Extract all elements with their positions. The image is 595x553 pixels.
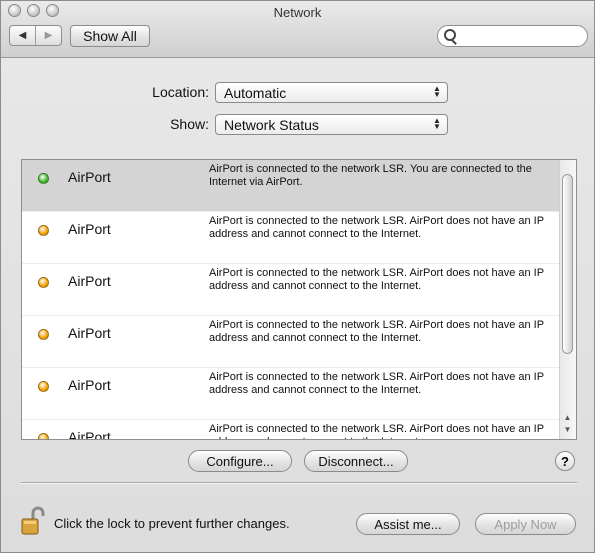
location-label: Location: bbox=[152, 84, 209, 100]
status-indicator-icon bbox=[38, 381, 49, 392]
show-popup[interactable]: Network Status ▲ ▼ bbox=[215, 114, 448, 135]
list-item[interactable]: AirPort AirPort is connected to the netwo… bbox=[22, 368, 561, 420]
service-description: AirPort is connected to the network LSR.… bbox=[209, 371, 544, 396]
back-forward-control: ◀ ▶ bbox=[9, 25, 62, 46]
lock-message: Click the lock to prevent further change… bbox=[54, 516, 290, 531]
service-name: AirPort bbox=[68, 221, 111, 237]
service-description: AirPort is connected to the network LSR.… bbox=[209, 215, 544, 240]
location-value: Automatic bbox=[224, 85, 287, 101]
window-title: Network bbox=[273, 5, 322, 20]
disconnect-button[interactable]: Disconnect... bbox=[304, 450, 408, 472]
scroll-up-icon[interactable]: ▲ bbox=[560, 413, 575, 425]
service-name: AirPort bbox=[68, 325, 111, 341]
service-name: AirPort bbox=[68, 377, 111, 393]
forward-button[interactable]: ▶ bbox=[35, 26, 61, 45]
divider bbox=[21, 482, 577, 484]
location-popup[interactable]: Automatic ▲ ▼ bbox=[215, 82, 448, 103]
configure-button[interactable]: Configure... bbox=[188, 450, 292, 472]
back-arrow-icon: ◀ bbox=[18, 30, 27, 41]
service-description: AirPort is connected to the network LSR.… bbox=[209, 163, 532, 188]
list-item[interactable]: AirPort AirPort is connected to the netwo… bbox=[22, 264, 561, 316]
updown-arrows-icon: ▲ ▼ bbox=[433, 116, 441, 131]
status-indicator-icon bbox=[38, 329, 49, 340]
back-button[interactable]: ◀ bbox=[10, 26, 35, 45]
help-button[interactable]: ? bbox=[555, 451, 575, 471]
search-icon bbox=[444, 29, 456, 41]
apply-now-button[interactable]: Apply Now bbox=[475, 513, 576, 535]
service-description: AirPort is connected to the network LSR.… bbox=[209, 423, 544, 439]
service-description: AirPort is connected to the network LSR.… bbox=[209, 267, 544, 292]
status-indicator-icon bbox=[38, 433, 49, 439]
title-bar: Network ◀ ▶ Show All bbox=[1, 1, 594, 58]
scroll-down-icon[interactable]: ▼ bbox=[560, 425, 575, 437]
padlock-open-icon[interactable] bbox=[21, 506, 45, 536]
service-description: AirPort is connected to the network LSR.… bbox=[209, 319, 544, 344]
status-indicator-icon bbox=[38, 277, 49, 288]
list-item[interactable]: AirPort AirPort is connected to the netwo… bbox=[22, 420, 561, 440]
list-item[interactable]: AirPort AirPort is connected to the netwo… bbox=[22, 316, 561, 368]
list-item[interactable]: AirPort AirPort is connected to the netwo… bbox=[22, 212, 561, 264]
show-all-button[interactable]: Show All bbox=[70, 25, 150, 47]
assist-me-button[interactable]: Assist me... bbox=[356, 513, 460, 535]
status-indicator-icon bbox=[38, 173, 49, 184]
list-scrollbar[interactable]: ▲ ▼ bbox=[559, 160, 576, 439]
service-name: AirPort bbox=[68, 169, 111, 185]
network-status-list[interactable]: AirPort AirPort is connected to the netwo… bbox=[21, 159, 577, 440]
updown-arrows-icon: ▲ ▼ bbox=[433, 84, 441, 99]
service-name: AirPort bbox=[68, 429, 111, 440]
network-preferences-window: Network ◀ ▶ Show All Location: Automatic… bbox=[0, 0, 595, 553]
scrollbar-thumb[interactable] bbox=[562, 174, 573, 354]
forward-arrow-icon: ▶ bbox=[44, 30, 53, 41]
show-value: Network Status bbox=[224, 117, 319, 133]
list-item[interactable]: AirPort AirPort is connected to the netwo… bbox=[22, 160, 561, 212]
status-indicator-icon bbox=[38, 225, 49, 236]
service-name: AirPort bbox=[68, 273, 111, 289]
search-field[interactable] bbox=[437, 25, 588, 47]
show-label: Show: bbox=[170, 116, 209, 132]
